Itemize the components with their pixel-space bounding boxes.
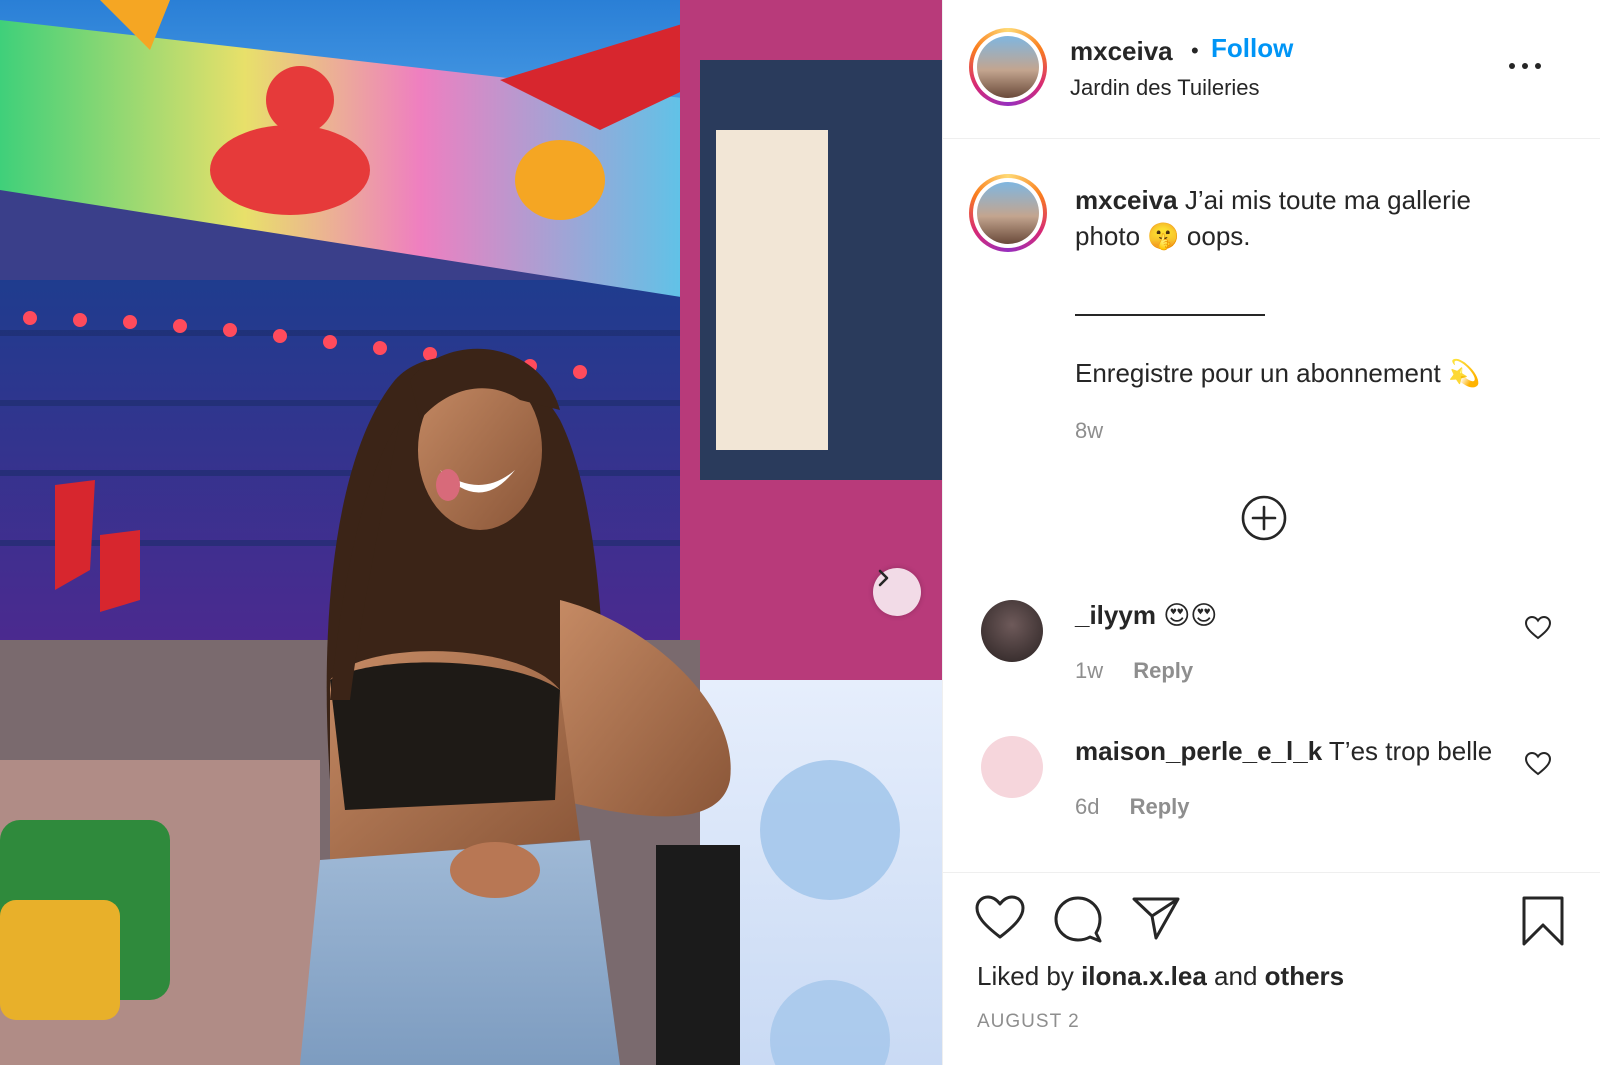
likes-summary: Liked by ilona.x.lea and others [977,961,1344,992]
comment-username[interactable]: _ilyym [1075,600,1156,630]
likes-and: and [1214,961,1258,991]
post-side-panel: mxceiva • Follow Jardin des Tuileries mx… [942,0,1600,1065]
load-more-comments-button[interactable] [1240,494,1288,547]
photo-illustration [0,0,942,1065]
caption-text-line2b: oops. [1186,221,1251,251]
comment-username[interactable]: maison_perle_e_l_k [1075,736,1322,766]
caption-text-line1: J’ai mis toute ma gallerie [1184,185,1472,215]
like-comment-icon[interactable] [1524,751,1552,781]
next-photo-button[interactable] [873,568,921,616]
caption-username[interactable]: mxceiva [1075,185,1178,215]
comment-item: _ilyym 😍😍 1w Reply [943,600,1600,720]
reply-button[interactable]: Reply [1133,658,1193,683]
liked-by-user[interactable]: ilona.x.lea [1081,961,1207,991]
author-username[interactable]: mxceiva [1070,36,1173,67]
comment-body: maison_perle_e_l_k T’es trop belle [1075,736,1492,767]
save-icon[interactable] [1521,895,1565,952]
likes-others-link[interactable]: others [1265,961,1344,991]
add-circle-icon [1240,495,1288,546]
like-icon[interactable] [975,895,1025,946]
comment-item: maison_perle_e_l_k T’es trop belle 6d Re… [943,736,1600,856]
post-header: mxceiva • Follow Jardin des Tuileries [943,0,1600,139]
shush-emoji: 🤫 [1147,222,1180,252]
caption-text-line2a: photo [1075,221,1141,251]
caption-timestamp[interactable]: 8w [1075,418,1103,444]
caption: mxceiva J’ai mis toute ma gallerie photo… [1075,182,1545,255]
comment-icon[interactable] [1053,895,1103,948]
caption-cta-text: Enregistre pour un abonnement [1075,358,1441,388]
comment-body: _ilyym 😍😍 [1075,600,1217,631]
commenter-avatar[interactable] [981,600,1043,662]
post-date[interactable]: AUGUST 2 [977,1011,1080,1033]
caption-divider [1075,314,1265,316]
comment-text: 😍😍 [1163,601,1218,631]
share-icon[interactable] [1131,895,1181,946]
reply-button[interactable]: Reply [1130,794,1190,819]
caption-cta: Enregistre pour un abonnement 💫 [1075,358,1480,389]
like-comment-icon[interactable] [1524,615,1552,645]
comment-time[interactable]: 1w [1075,658,1103,683]
post-actions: Liked by ilona.x.lea and others AUGUST 2 [943,872,1600,1066]
likes-prefix: Liked by [977,961,1074,991]
comment-meta: 6d Reply [1075,794,1190,820]
commenter-avatar[interactable] [981,736,1043,798]
follow-button[interactable]: Follow [1211,33,1293,64]
post-photo[interactable] [0,0,942,1065]
more-options-icon[interactable] [1509,56,1549,76]
caption-avatar[interactable] [969,174,1047,252]
location-link[interactable]: Jardin des Tuileries [1070,75,1260,101]
comment-meta: 1w Reply [1075,658,1193,684]
comment-text: T’es trop belle [1328,736,1493,766]
separator-dot: • [1191,38,1199,63]
comment-time[interactable]: 6d [1075,794,1099,819]
author-avatar[interactable] [969,28,1047,106]
dizzy-emoji: 💫 [1447,359,1481,389]
